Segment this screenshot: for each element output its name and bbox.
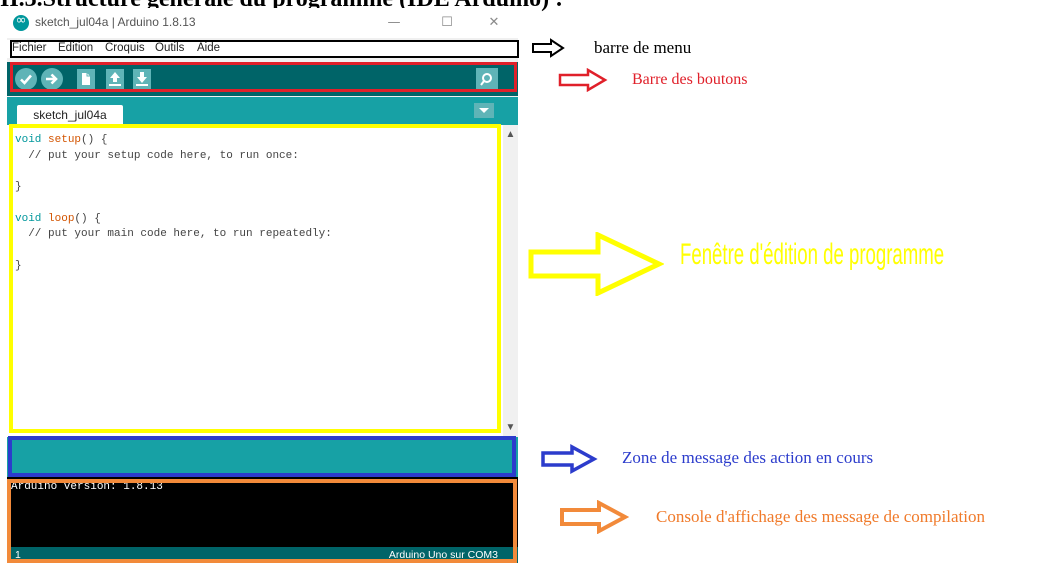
tab-menu-dropdown-icon[interactable] — [474, 103, 494, 118]
status-zone-annotation: Zone de message des action en cours — [622, 448, 874, 467]
tab-sketch[interactable]: sketch_jul04a — [17, 105, 123, 125]
menu-bar-annotation: barre de menu — [594, 38, 692, 57]
editor-highlight — [9, 124, 501, 433]
editor-annotation: Fenêtre d'édition de programme — [680, 238, 945, 271]
buttons-bar-annotation: Barre des boutons — [632, 71, 748, 88]
console-highlight — [7, 479, 517, 563]
console-annotation: Console d'affichage des message de compi… — [656, 507, 985, 526]
buttons-bar-highlight — [10, 62, 517, 92]
buttons-arrow-icon — [558, 68, 608, 92]
status-arrow-icon — [541, 444, 598, 474]
menu-arrow-icon — [532, 38, 565, 58]
close-button[interactable]: ✕ — [479, 12, 509, 34]
tab-bar: sketch_jul04a — [7, 97, 518, 125]
window-title: sketch_jul04a | Arduino 1.8.13 — [35, 15, 196, 29]
title-bar: sketch_jul04a | Arduino 1.8.13 — ☐ ✕ — [7, 8, 518, 38]
status-zone-highlight — [8, 436, 516, 477]
minimize-button[interactable]: — — [379, 12, 409, 34]
arduino-logo-icon — [13, 13, 29, 31]
scroll-down-icon[interactable]: ▼ — [503, 422, 518, 433]
scroll-up-icon[interactable]: ▲ — [503, 129, 518, 140]
editor-arrow-icon — [528, 232, 664, 296]
editor-scrollbar[interactable]: ▲ ▼ — [503, 125, 518, 437]
console-arrow-icon — [560, 500, 629, 534]
menu-bar-highlight — [10, 40, 519, 58]
maximize-button[interactable]: ☐ — [432, 12, 462, 34]
